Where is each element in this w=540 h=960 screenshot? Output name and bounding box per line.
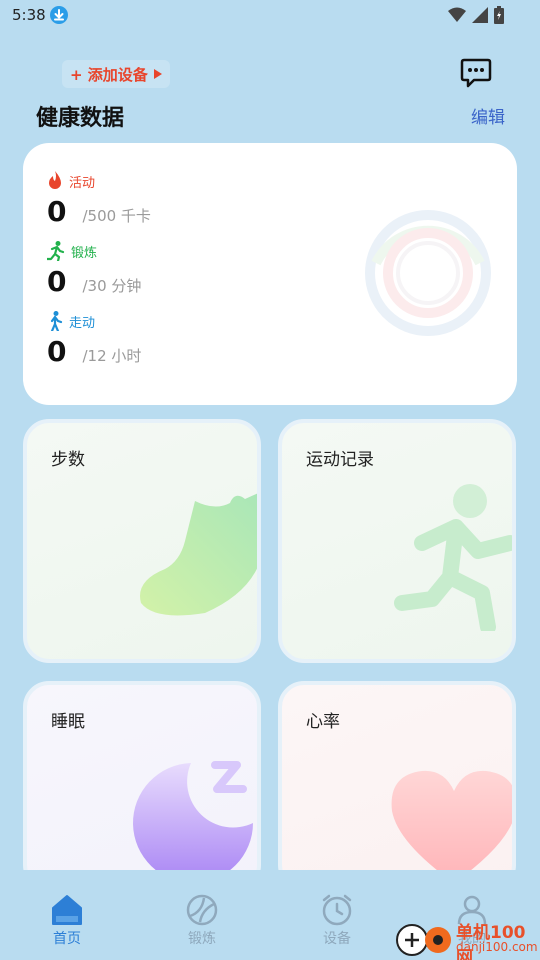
watermark-url: danji100.com (456, 940, 538, 954)
status-bar: 5:38 (0, 0, 540, 32)
exercise-label: 锻炼 (71, 245, 98, 261)
add-device-button[interactable]: + 添加设备 (62, 60, 170, 88)
activity-label: 活动 (69, 175, 96, 191)
steps-tile[interactable]: 步数 (23, 419, 261, 663)
running-icon (47, 241, 65, 261)
health-summary-card[interactable]: 活动 0 /500 千卡 锻炼 0 /30 分钟 走动 0 /12 小时 (23, 143, 517, 405)
exercise-goal: /30 分钟 (82, 277, 142, 295)
nav-home[interactable]: 首页 (32, 894, 102, 948)
activity-metric: 活动 0 /500 千卡 (47, 171, 151, 228)
signal-icon (472, 7, 488, 23)
steps-title: 步数 (51, 450, 85, 470)
message-icon[interactable] (460, 58, 492, 88)
caret-right-icon (153, 69, 162, 79)
watermark: 单机100网 danji100.com (388, 914, 540, 960)
workout-records-tile[interactable]: 运动记录 (278, 419, 516, 663)
records-title: 运动记录 (306, 450, 374, 470)
activity-value: 0 (47, 195, 67, 228)
edit-button[interactable]: 编辑 (471, 103, 505, 128)
download-icon (50, 6, 68, 24)
footprint-icon (140, 493, 257, 616)
flame-icon (49, 171, 61, 189)
nav-device[interactable]: 设备 (302, 894, 372, 948)
exercise-metric: 锻炼 0 /30 分钟 (47, 241, 141, 298)
status-icons (448, 6, 504, 24)
nav-workout-label: 锻炼 (188, 931, 216, 947)
nav-home-label: 首页 (53, 931, 81, 947)
walk-metric: 走动 0 /12 小时 (47, 311, 141, 368)
sleep-title: 睡眠 (51, 712, 85, 732)
status-time: 5:38 (12, 6, 46, 24)
heart-title: 心率 (306, 712, 340, 732)
watermark-logo (396, 924, 451, 956)
heart-rate-tile[interactable]: 心率 (278, 681, 516, 891)
nav-workout[interactable]: 锻炼 (167, 894, 237, 948)
wifi-icon (448, 7, 466, 22)
home-icon (52, 895, 82, 925)
add-device-label: + 添加设备 (70, 65, 148, 84)
ball-icon (186, 894, 218, 926)
alarm-clock-icon (322, 894, 352, 926)
battery-icon (494, 6, 504, 24)
walking-icon (50, 311, 63, 331)
sleep-tile[interactable]: 睡眠 (23, 681, 261, 891)
activity-rings (365, 210, 491, 336)
page-title: 健康数据 (36, 106, 125, 131)
exercise-value: 0 (47, 265, 67, 298)
walk-label: 走动 (69, 315, 96, 331)
heart-icon (391, 770, 512, 883)
runner-icon (394, 484, 512, 631)
walk-value: 0 (47, 335, 67, 368)
walk-goal: /12 小时 (82, 347, 142, 365)
nav-device-label: 设备 (323, 931, 351, 947)
activity-goal: /500 千卡 (82, 207, 151, 225)
